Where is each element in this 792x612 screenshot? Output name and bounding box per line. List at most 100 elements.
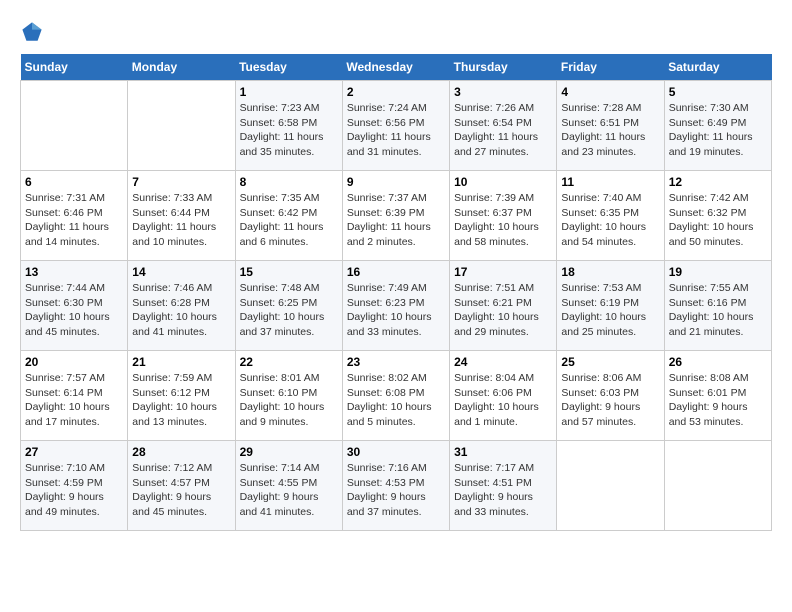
day-info: Sunrise: 7:57 AM Sunset: 6:14 PM Dayligh… [25, 371, 123, 430]
day-number: 15 [240, 265, 338, 279]
day-info: Sunrise: 7:46 AM Sunset: 6:28 PM Dayligh… [132, 281, 230, 340]
calendar-week-row: 1Sunrise: 7:23 AM Sunset: 6:58 PM Daylig… [21, 81, 772, 171]
day-number: 16 [347, 265, 445, 279]
logo-icon [20, 20, 44, 44]
day-info: Sunrise: 8:04 AM Sunset: 6:06 PM Dayligh… [454, 371, 552, 430]
day-number: 19 [669, 265, 767, 279]
calendar-cell: 19 Sunrise: 7:55 AM Sunset: 6:16 PM Dayli… [664, 261, 771, 351]
day-info: Sunrise: 7:44 AM Sunset: 6:30 PM Dayligh… [25, 281, 123, 340]
page-header [20, 20, 772, 44]
calendar-cell: 1Sunrise: 7:23 AM Sunset: 6:58 PM Daylig… [235, 81, 342, 171]
weekday-header: Saturday [664, 54, 771, 81]
calendar-cell: 20 Sunrise: 7:57 AM Sunset: 6:14 PM Dayli… [21, 351, 128, 441]
day-info: Sunrise: 7:30 AM Sunset: 6:49 PM Dayligh… [669, 101, 767, 160]
calendar-cell: 10Sunrise: 7:39 AM Sunset: 6:37 PM Dayli… [450, 171, 557, 261]
day-number: 29 [240, 445, 338, 459]
weekday-header: Thursday [450, 54, 557, 81]
calendar-cell: 17 Sunrise: 7:51 AM Sunset: 6:21 PM Dayli… [450, 261, 557, 351]
day-number: 30 [347, 445, 445, 459]
calendar-cell: 22 Sunrise: 8:01 AM Sunset: 6:10 PM Dayli… [235, 351, 342, 441]
day-number: 13 [25, 265, 123, 279]
day-number: 22 [240, 355, 338, 369]
day-number: 23 [347, 355, 445, 369]
calendar-cell: 3 Sunrise: 7:26 AM Sunset: 6:54 PM Daylig… [450, 81, 557, 171]
day-info: Sunrise: 7:55 AM Sunset: 6:16 PM Dayligh… [669, 281, 767, 340]
day-number: 27 [25, 445, 123, 459]
calendar-cell: 15 Sunrise: 7:48 AM Sunset: 6:25 PM Dayli… [235, 261, 342, 351]
weekday-row: SundayMondayTuesdayWednesdayThursdayFrid… [21, 54, 772, 81]
day-number: 6 [25, 175, 123, 189]
day-number: 31 [454, 445, 552, 459]
day-info: Sunrise: 7:33 AM Sunset: 6:44 PM Dayligh… [132, 191, 230, 250]
day-info: Sunrise: 7:24 AM Sunset: 6:56 PM Dayligh… [347, 101, 445, 160]
day-info: Sunrise: 7:31 AM Sunset: 6:46 PM Dayligh… [25, 191, 123, 250]
calendar-cell: 6 Sunrise: 7:31 AM Sunset: 6:46 PM Daylig… [21, 171, 128, 261]
calendar-cell: 26 Sunrise: 8:08 AM Sunset: 6:01 PM Dayli… [664, 351, 771, 441]
calendar-cell: 7 Sunrise: 7:33 AM Sunset: 6:44 PM Daylig… [128, 171, 235, 261]
day-info: Sunrise: 7:16 AM Sunset: 4:53 PM Dayligh… [347, 461, 445, 520]
day-number: 17 [454, 265, 552, 279]
day-info: Sunrise: 7:35 AM Sunset: 6:42 PM Dayligh… [240, 191, 338, 250]
calendar-cell: 27Sunrise: 7:10 AM Sunset: 4:59 PM Dayli… [21, 441, 128, 531]
day-info: Sunrise: 7:17 AM Sunset: 4:51 PM Dayligh… [454, 461, 552, 520]
weekday-header: Tuesday [235, 54, 342, 81]
day-info: Sunrise: 7:26 AM Sunset: 6:54 PM Dayligh… [454, 101, 552, 160]
day-info: Sunrise: 7:14 AM Sunset: 4:55 PM Dayligh… [240, 461, 338, 520]
day-number: 20 [25, 355, 123, 369]
logo [20, 20, 48, 44]
day-info: Sunrise: 7:48 AM Sunset: 6:25 PM Dayligh… [240, 281, 338, 340]
calendar-header: SundayMondayTuesdayWednesdayThursdayFrid… [21, 54, 772, 81]
day-info: Sunrise: 7:49 AM Sunset: 6:23 PM Dayligh… [347, 281, 445, 340]
calendar-week-row: 27Sunrise: 7:10 AM Sunset: 4:59 PM Dayli… [21, 441, 772, 531]
day-number: 10 [454, 175, 552, 189]
day-number: 5 [669, 85, 767, 99]
day-number: 3 [454, 85, 552, 99]
weekday-header: Monday [128, 54, 235, 81]
calendar-cell: 24 Sunrise: 8:04 AM Sunset: 6:06 PM Dayli… [450, 351, 557, 441]
calendar-cell: 13 Sunrise: 7:44 AM Sunset: 6:30 PM Dayli… [21, 261, 128, 351]
calendar-cell: 8 Sunrise: 7:35 AM Sunset: 6:42 PM Daylig… [235, 171, 342, 261]
day-info: Sunrise: 7:59 AM Sunset: 6:12 PM Dayligh… [132, 371, 230, 430]
calendar-cell: 5 Sunrise: 7:30 AM Sunset: 6:49 PM Daylig… [664, 81, 771, 171]
calendar-cell: 31 Sunrise: 7:17 AM Sunset: 4:51 PM Dayli… [450, 441, 557, 531]
weekday-header: Sunday [21, 54, 128, 81]
calendar-cell: 25Sunrise: 8:06 AM Sunset: 6:03 PM Dayli… [557, 351, 664, 441]
day-number: 12 [669, 175, 767, 189]
day-info: Sunrise: 7:12 AM Sunset: 4:57 PM Dayligh… [132, 461, 230, 520]
day-info: Sunrise: 8:01 AM Sunset: 6:10 PM Dayligh… [240, 371, 338, 430]
day-info: Sunrise: 7:28 AM Sunset: 6:51 PM Dayligh… [561, 101, 659, 160]
calendar-cell [21, 81, 128, 171]
day-number: 2 [347, 85, 445, 99]
calendar-cell: 11 Sunrise: 7:40 AM Sunset: 6:35 PM Dayli… [557, 171, 664, 261]
day-info: Sunrise: 7:23 AM Sunset: 6:58 PM Dayligh… [240, 101, 338, 160]
day-info: Sunrise: 8:02 AM Sunset: 6:08 PM Dayligh… [347, 371, 445, 430]
calendar-cell: 21Sunrise: 7:59 AM Sunset: 6:12 PM Dayli… [128, 351, 235, 441]
calendar-table: SundayMondayTuesdayWednesdayThursdayFrid… [20, 54, 772, 531]
calendar-cell: 30 Sunrise: 7:16 AM Sunset: 4:53 PM Dayli… [342, 441, 449, 531]
day-info: Sunrise: 7:51 AM Sunset: 6:21 PM Dayligh… [454, 281, 552, 340]
day-number: 24 [454, 355, 552, 369]
calendar-cell: 29 Sunrise: 7:14 AM Sunset: 4:55 PM Dayli… [235, 441, 342, 531]
calendar-cell: 18 Sunrise: 7:53 AM Sunset: 6:19 PM Dayli… [557, 261, 664, 351]
day-number: 26 [669, 355, 767, 369]
day-number: 8 [240, 175, 338, 189]
calendar-cell: 9Sunrise: 7:37 AM Sunset: 6:39 PM Daylig… [342, 171, 449, 261]
day-info: Sunrise: 7:40 AM Sunset: 6:35 PM Dayligh… [561, 191, 659, 250]
calendar-cell: 28 Sunrise: 7:12 AM Sunset: 4:57 PM Dayli… [128, 441, 235, 531]
day-number: 7 [132, 175, 230, 189]
day-number: 18 [561, 265, 659, 279]
day-number: 4 [561, 85, 659, 99]
weekday-header: Wednesday [342, 54, 449, 81]
calendar-week-row: 20 Sunrise: 7:57 AM Sunset: 6:14 PM Dayli… [21, 351, 772, 441]
calendar-cell [128, 81, 235, 171]
calendar-cell: 16 Sunrise: 7:49 AM Sunset: 6:23 PM Dayli… [342, 261, 449, 351]
day-number: 14 [132, 265, 230, 279]
weekday-header: Friday [557, 54, 664, 81]
day-number: 9 [347, 175, 445, 189]
day-info: Sunrise: 7:53 AM Sunset: 6:19 PM Dayligh… [561, 281, 659, 340]
day-info: Sunrise: 8:08 AM Sunset: 6:01 PM Dayligh… [669, 371, 767, 430]
calendar-cell [557, 441, 664, 531]
day-number: 11 [561, 175, 659, 189]
day-number: 28 [132, 445, 230, 459]
calendar-cell: 14 Sunrise: 7:46 AM Sunset: 6:28 PM Dayli… [128, 261, 235, 351]
